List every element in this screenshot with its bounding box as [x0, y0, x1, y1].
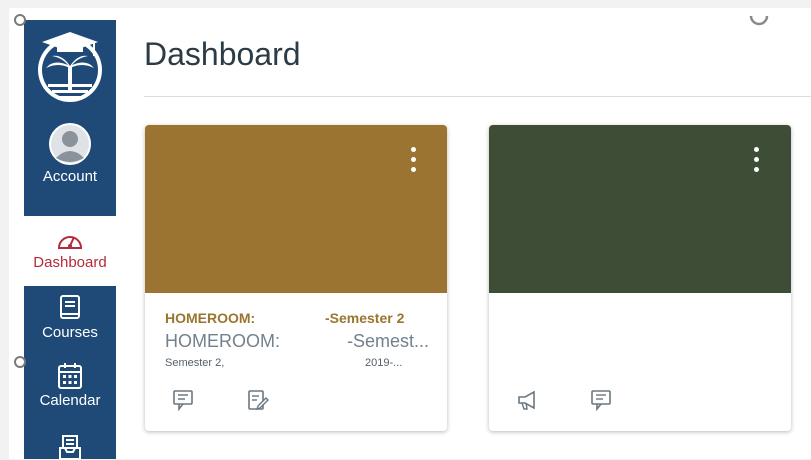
announcements-icon[interactable] [515, 389, 541, 411]
nav-item-account[interactable]: Account [24, 118, 116, 214]
book-icon [60, 295, 80, 319]
course-subtitle-right: -Semest... [347, 331, 430, 351]
course-subtitle-left: HOMEROOM: [165, 331, 280, 351]
nav-item-dashboard[interactable]: Dashboard [24, 216, 116, 286]
nav-item-calendar[interactable]: Calendar [24, 358, 116, 426]
course-title-right[interactable]: -Semester 2 [325, 310, 404, 326]
card-options-menu-icon[interactable] [403, 147, 423, 177]
avatar-icon [49, 123, 91, 165]
card-options-menu-icon[interactable] [746, 147, 766, 177]
header-divider [144, 96, 811, 97]
loading-spinner-icon [749, 15, 769, 26]
school-logo[interactable] [24, 20, 116, 110]
course-card[interactable] [489, 125, 791, 431]
assignments-icon[interactable] [245, 389, 271, 411]
course-term-left: Semester 2, [165, 357, 225, 369]
page-title: Dashboard [144, 36, 301, 72]
course-card[interactable]: HOMEROOM: -Semester 2 HOMEROOM: -Semest.… [145, 125, 447, 431]
course-card-subtitle: HOMEROOM: -Semest... [165, 331, 430, 352]
nav-item-inbox[interactable] [24, 430, 116, 460]
nav-item-label: Courses [42, 324, 98, 341]
edge-ring-bottom [14, 356, 26, 368]
course-term-right: 2019-... [365, 357, 403, 369]
edge-ring-top [14, 14, 26, 26]
global-nav: Account Dashboard Courses Calendar [24, 20, 116, 460]
calendar-icon [58, 363, 82, 389]
course-card-term: Semester 2, 2019-... [165, 357, 427, 369]
nav-item-label: Calendar [39, 392, 101, 409]
course-card-title[interactable]: HOMEROOM: -Semester 2 [165, 310, 427, 326]
discussions-icon[interactable] [589, 389, 615, 411]
nav-item-label: Dashboard [33, 254, 107, 271]
inbox-icon [59, 435, 81, 460]
nav-item-label: Account [42, 168, 98, 185]
course-card-hero[interactable] [145, 125, 447, 293]
dashboard-gauge-icon [57, 236, 83, 249]
nav-item-courses[interactable]: Courses [24, 286, 116, 354]
course-title-left[interactable]: HOMEROOM: [165, 310, 255, 326]
discussions-icon[interactable] [171, 389, 197, 411]
